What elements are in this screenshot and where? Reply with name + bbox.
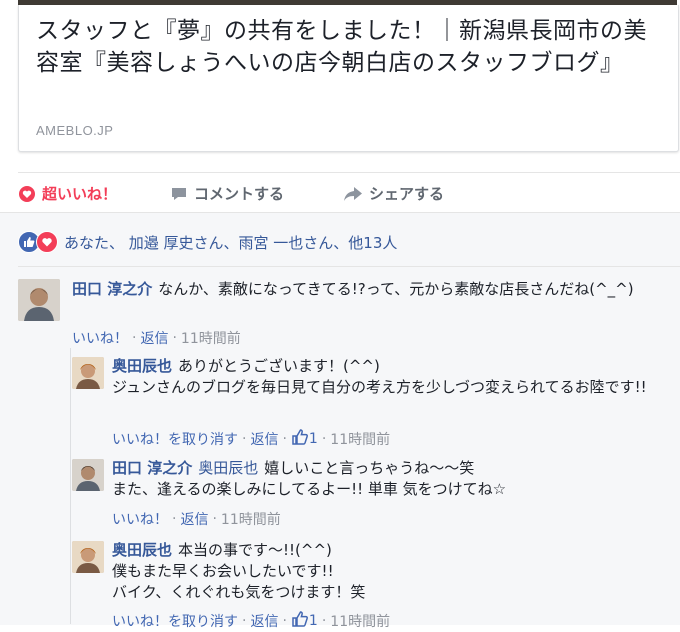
reply-meta: いいね！を取り消す · 返信 · 1 · 11時間前 [112,610,390,632]
reply-body: 田口 淳之介 奥田辰也 嬉しいこと言っちゃうね〜〜笑 また、逢えるの楽しみにしてるよ… [112,458,672,500]
link-preview-domain: AMEBLO.JP [36,123,114,138]
thumbs-up-icon [291,610,309,632]
unlike-link[interactable]: いいね！を取り消す [112,611,238,631]
commenter-name[interactable]: 奥田辰也 [112,541,172,559]
like-count: 1 [308,431,318,447]
reaction-icons [18,231,58,253]
reply-meta: いいね！を取り消す · 返信 · 1 · 11時間前 [112,428,390,450]
share-arrow-icon [343,185,363,203]
super-like-label: 超いいね！ [42,185,118,203]
reply-thread-line [70,348,71,624]
comment-text: なんか、素敵になってきてる!?って、元から素敵な店長さんだね(^_^) [158,280,634,298]
reply-text: ありがとうございます！(^^) [178,357,380,375]
reactions-divider [18,266,680,267]
like-link[interactable]: いいね！ [112,509,168,529]
reply-text: 本当の事です〜!!(^^) [178,541,332,559]
unlike-link[interactable]: いいね！を取り消す [112,429,238,449]
commenter-name[interactable]: 奥田辰也 [112,357,172,375]
super-like-button[interactable]: 超いいね！ [18,183,117,204]
reply-text: 嬉しいこと言っちゃうね〜〜笑 [264,459,475,477]
commenter-name[interactable]: 田口 淳之介 [112,459,192,477]
reply-text-continued: ジュンさんのブログを毎日見て自分の考え方を少しづつ変えられてるお陸です!! [112,378,647,396]
reply-meta: いいね！ · 返信 · 11時間前 [112,509,281,529]
timestamp[interactable]: 11時間前 [330,429,390,449]
reply-text-continued: また、逢えるの楽しみにしてるよー!! 単車 気をつけてね☆ [112,480,507,498]
reply-text-continued: 僕もまた早くお会いしたいです!! [112,562,334,580]
actions-divider [18,172,680,173]
link-preview-card[interactable]: スタッフと『夢』の共有をしました！｜新潟県長岡市の美容室『美容しょうへいの店今朝… [18,5,679,152]
like-count-badge[interactable]: 1 [291,610,318,632]
mention-tag[interactable]: 奥田辰也 [198,459,258,477]
avatar[interactable] [72,541,104,573]
comment-body: 田口 淳之介 なんか、素敵になってきてる!?って、元から素敵な店長さんだね(^_^… [72,279,662,300]
comment-label: コメントする [194,185,285,203]
reply-link[interactable]: 返信 [250,611,278,631]
reply-text-continued: バイク、くれぐれも気をつけます！笑 [112,583,366,601]
heart-react-icon [18,185,36,203]
comment-meta: いいね！ · 返信 · 11時間前 [72,328,241,348]
comment-button[interactable]: コメントする [170,183,284,204]
link-preview-title[interactable]: スタッフと『夢』の共有をしました！｜新潟県長岡市の美容室『美容しょうへいの店今朝… [36,15,656,79]
timestamp[interactable]: 11時間前 [330,611,390,631]
avatar[interactable] [72,459,104,491]
commenter-name[interactable]: 田口 淳之介 [72,280,152,298]
reply-link[interactable]: 返信 [180,509,208,529]
timestamp[interactable]: 11時間前 [221,509,281,529]
share-label: シェアする [369,185,445,203]
avatar[interactable] [18,279,60,321]
reply-body: 奥田辰也 ありがとうございます！(^^) ジュンさんのブログを毎日見て自分の考え方… [112,356,672,398]
reply-body: 奥田辰也 本当の事です〜!!(^^) 僕もまた早くお会いしたいです!! バイク、く… [112,540,672,603]
timestamp[interactable]: 11時間前 [181,328,241,348]
avatar[interactable] [72,357,104,389]
love-reaction-icon [36,231,58,253]
like-count: 1 [308,613,318,629]
share-button[interactable]: シェアする [343,183,444,204]
comment-bubble-icon [170,185,188,203]
reply-link[interactable]: 返信 [140,328,168,348]
reactions-text: あなた、 加邉 厚史さん、雨宮 一也さん、他13人 [64,233,398,252]
thumbs-up-icon [291,428,309,450]
like-count-badge[interactable]: 1 [291,428,318,450]
post-actions-bar: 超いいね！ コメントする シェアする [0,172,680,212]
like-link[interactable]: いいね！ [72,328,128,348]
reactions-summary[interactable]: あなた、 加邉 厚史さん、雨宮 一也さん、他13人 [18,231,397,253]
reply-link[interactable]: 返信 [250,429,278,449]
